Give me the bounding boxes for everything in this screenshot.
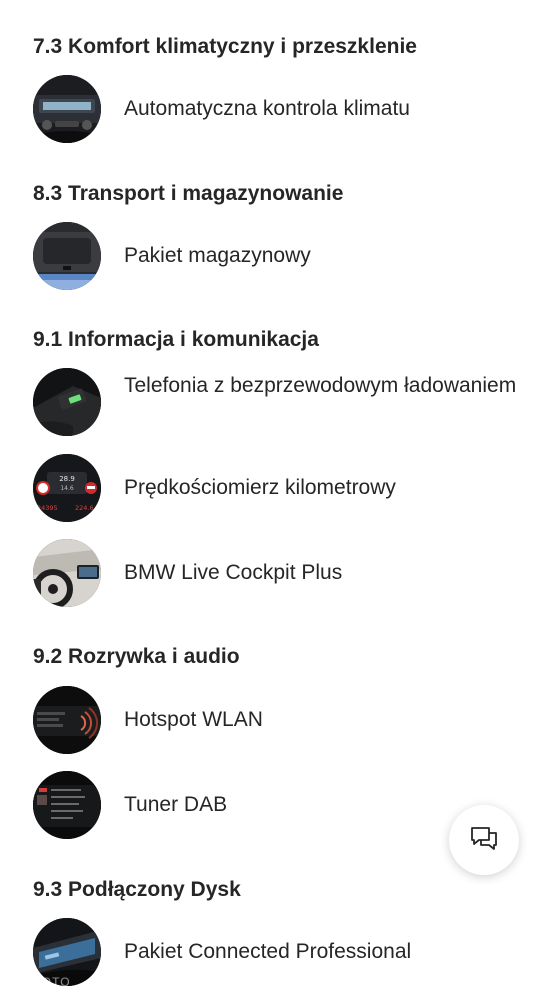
feature-label: Telefonia z bezprzewodowym ładowaniem <box>124 374 517 397</box>
section-header: 9.1 Informacja i komunikacja <box>33 327 523 353</box>
speedo-mid: 14.6 <box>60 485 74 492</box>
feature-item-speedometer[interactable]: 28.9 14.6 24395 224.6 Prędkościomierz ki… <box>33 454 523 522</box>
wlan-hotspot-thumbnail <box>33 686 101 754</box>
wireless-charging-thumbnail <box>33 368 101 436</box>
feature-item-wlan-hotspot[interactable]: Hotspot WLAN <box>33 686 523 754</box>
feature-label: BMW Live Cockpit Plus <box>124 561 343 584</box>
feature-item-storage[interactable]: Pakiet magazynowy <box>33 222 523 290</box>
storage-package-thumbnail <box>33 222 101 290</box>
section-header: 8.3 Transport i magazynowanie <box>33 181 523 207</box>
speedometer-thumbnail: 28.9 14.6 24395 224.6 <box>33 454 101 522</box>
section-header: 9.2 Rozrywka i audio <box>33 644 523 670</box>
feature-item-wireless-charging[interactable]: Telefonia z bezprzewodowym ładowaniem <box>33 368 523 436</box>
section-header: 9.3 Podłączony Dysk <box>33 877 523 903</box>
feature-item-live-cockpit[interactable]: BMW Live Cockpit Plus <box>33 539 523 607</box>
section-title: 8.3 Transport i magazynowanie <box>33 182 344 205</box>
section-title: 7.3 Komfort klimatyczny i przeszklenie <box>33 35 417 58</box>
dab-tuner-thumbnail <box>33 771 101 839</box>
chat-icon <box>469 823 499 858</box>
watermark: OTOMOTO <box>2 975 71 989</box>
chat-button[interactable] <box>449 805 519 875</box>
speedo-top: 28.9 <box>59 475 75 483</box>
feature-label: Pakiet magazynowy <box>124 244 311 267</box>
speedo-left: 24395 <box>37 504 58 512</box>
feature-item-climate[interactable]: Automatyczna kontrola klimatu <box>33 75 523 143</box>
live-cockpit-thumbnail <box>33 539 101 607</box>
feature-label: Pakiet Connected Professional <box>124 940 412 963</box>
climate-control-thumbnail <box>33 75 101 143</box>
feature-label: Hotspot WLAN <box>124 708 263 731</box>
feature-item-dab-tuner[interactable]: Tuner DAB <box>33 771 523 839</box>
section-header: 7.3 Komfort klimatyczny i przeszklenie <box>33 34 523 60</box>
section-title: 9.3 Podłączony Dysk <box>33 878 241 901</box>
speedo-right: 224.6 <box>75 504 94 512</box>
feature-label: Prędkościomierz kilometrowy <box>124 476 396 499</box>
feature-item-connected-professional[interactable]: Pakiet Connected Professional <box>33 918 523 986</box>
section-title: 9.1 Informacja i komunikacja <box>33 328 319 351</box>
section-title: 9.2 Rozrywka i audio <box>33 645 240 668</box>
feature-label: Automatyczna kontrola klimatu <box>124 97 410 120</box>
